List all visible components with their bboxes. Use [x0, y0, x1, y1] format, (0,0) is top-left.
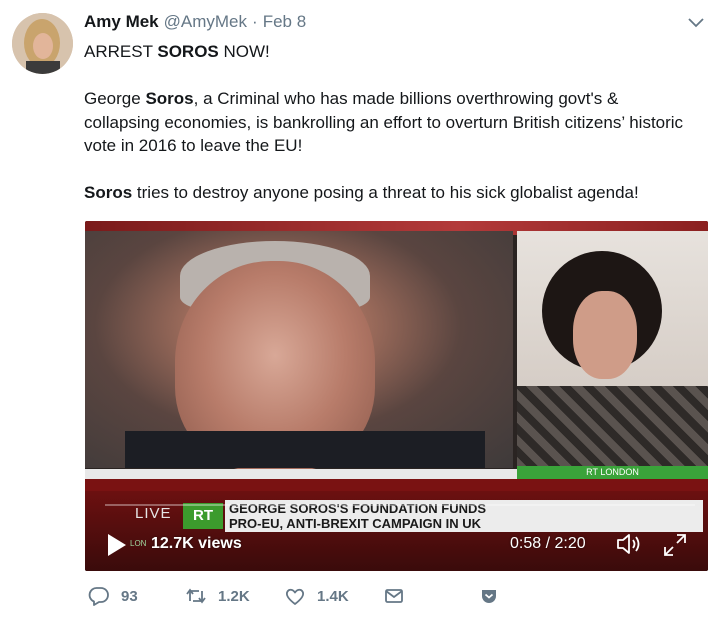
- like-button[interactable]: 1.4K: [284, 583, 349, 609]
- reply-icon: [88, 587, 109, 606]
- retweet-button[interactable]: 1.2K: [185, 583, 250, 609]
- rt-london-label: RT LONDON: [517, 466, 708, 479]
- tweet-header: Amy Mek @AmyMek · Feb 8: [84, 12, 306, 34]
- direct-message-icon: [385, 589, 403, 603]
- progress-bar[interactable]: [105, 504, 695, 506]
- reply-button[interactable]: 93: [88, 583, 138, 609]
- direct-message-button[interactable]: [383, 583, 405, 609]
- separator: ·: [252, 12, 258, 31]
- tweet-line: George Soros, a Criminal who has made bi…: [84, 89, 619, 108]
- play-icon[interactable]: [107, 533, 127, 557]
- woman-body: [517, 386, 708, 468]
- fullscreen-icon[interactable]: [662, 532, 688, 558]
- like-icon: [286, 588, 304, 605]
- headline-line: PRO-EU, ANTI-BREXIT CAMPAIGN IN UK: [229, 516, 482, 531]
- live-label: LIVE: [135, 505, 172, 522]
- woman-face: [573, 291, 637, 379]
- retweet-icon: [186, 588, 206, 604]
- tweet-line: ARREST SOROS NOW!: [84, 42, 270, 61]
- save-icon: [482, 590, 496, 603]
- tweet-line: vote in 2016 to leave the EU!: [84, 136, 303, 155]
- avatar[interactable]: [12, 13, 73, 74]
- view-count: 12.7K views: [151, 535, 242, 552]
- rt-logo: RT: [183, 503, 223, 529]
- video-player[interactable]: RT LONDON LIVE RT GEORGE SOROS'S FOUNDAT…: [85, 221, 708, 571]
- video-strip: [85, 469, 517, 479]
- volume-icon[interactable]: [615, 532, 645, 556]
- reply-count: 93: [121, 587, 138, 605]
- author-name[interactable]: Amy Mek: [84, 12, 159, 32]
- like-count: 1.4K: [317, 587, 349, 605]
- save-button[interactable]: [478, 583, 500, 609]
- tweet-text: ARREST SOROS NOW! George Soros, a Crimin…: [84, 40, 714, 205]
- tweet-line: Soros tries to destroy anyone posing a t…: [84, 183, 639, 202]
- retweet-count: 1.2K: [218, 587, 250, 605]
- author-handle[interactable]: @AmyMek: [164, 12, 247, 32]
- tweet-line: collapsing economies, is bankrolling an …: [84, 112, 684, 132]
- man-suit: [125, 431, 485, 468]
- lower-channel-label: LON: [130, 539, 147, 548]
- chevron-down-icon[interactable]: [686, 15, 706, 31]
- video-red-bar: [85, 479, 708, 491]
- tweet-date[interactable]: Feb 8: [263, 12, 306, 32]
- video-time: 0:58 / 2:20: [510, 535, 586, 552]
